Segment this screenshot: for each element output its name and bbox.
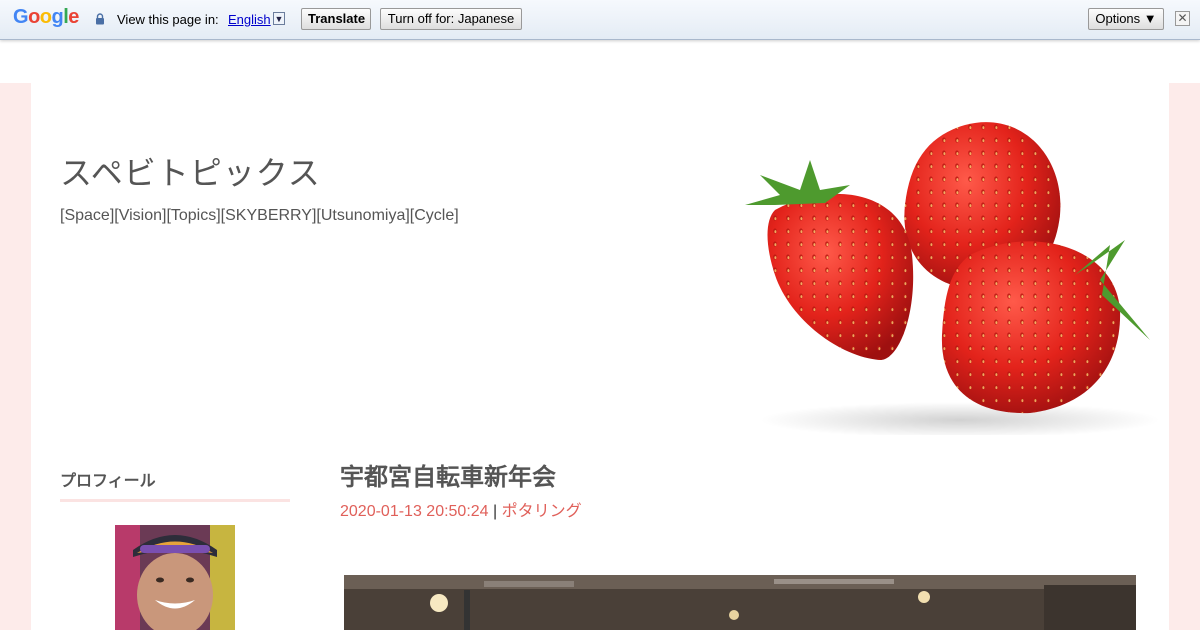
logo-letter: e — [68, 6, 79, 28]
lock-icon — [96, 13, 104, 25]
translate-prompt: View this page in: — [117, 12, 219, 27]
profile-widget-title: プロフィール — [60, 473, 156, 490]
translate-button[interactable]: Translate — [301, 8, 371, 30]
post-photo-image — [344, 575, 1136, 630]
post-date: 2020-01-13 20:50:24 — [340, 503, 489, 520]
language-dropdown-icon[interactable]: ▼ — [273, 12, 285, 25]
logo-letter: o — [39, 6, 52, 28]
page-side-background-left — [0, 83, 31, 630]
strawberries-header-image — [745, 122, 1160, 435]
logo-letter: G — [13, 6, 29, 28]
close-icon[interactable]: ✕ — [1175, 11, 1190, 26]
site-description: [Space][Vision][Topics][SKYBERRY][Utsuno… — [60, 207, 459, 224]
post-meta: 2020-01-13 20:50:24 | ポタリング — [340, 497, 582, 521]
post-title[interactable]: 宇都宮自転車新年会 — [340, 457, 556, 492]
turn-off-button[interactable]: Turn off for: Japanese — [380, 8, 522, 30]
google-logo: Google — [13, 6, 79, 29]
post-photo — [344, 575, 1136, 630]
profile-avatar — [115, 525, 235, 630]
translate-bar: Google View this page in: English ▼ Tran… — [0, 0, 1200, 40]
widget-title-underline — [60, 499, 290, 502]
page-side-background-right — [1169, 83, 1200, 630]
meta-separator: | — [488, 503, 502, 520]
options-button[interactable]: Options ▼ — [1088, 8, 1164, 30]
post-category-link[interactable]: ポタリング — [502, 503, 582, 520]
logo-letter: o — [28, 6, 40, 28]
language-select-link[interactable]: English — [228, 12, 271, 27]
logo-letter: g — [51, 6, 64, 28]
profile-photo — [115, 525, 235, 630]
site-title[interactable]: スペビトピックス — [60, 148, 321, 194]
